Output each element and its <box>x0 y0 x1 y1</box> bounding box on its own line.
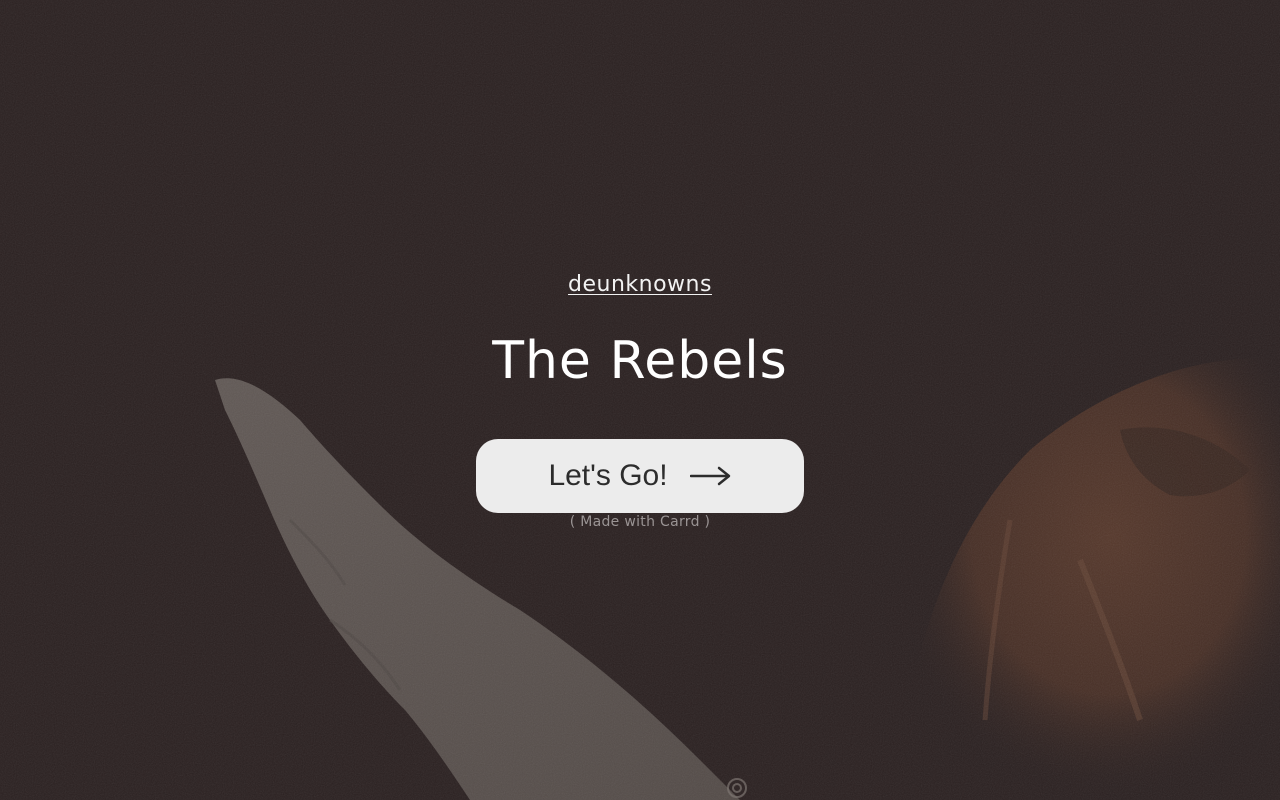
brand-link[interactable]: deunknowns <box>0 272 1280 297</box>
lets-go-label: Let's Go! <box>548 459 668 492</box>
page-title: The Rebels <box>492 331 788 391</box>
made-with-carrd-link[interactable]: ( Made with Carrd ) <box>0 514 1280 530</box>
lets-go-button[interactable]: Let's Go! <box>476 439 804 513</box>
hero-section: deunknowns The Rebels Let's Go! ( Made w… <box>0 0 1280 800</box>
arrow-right-icon <box>689 466 730 486</box>
